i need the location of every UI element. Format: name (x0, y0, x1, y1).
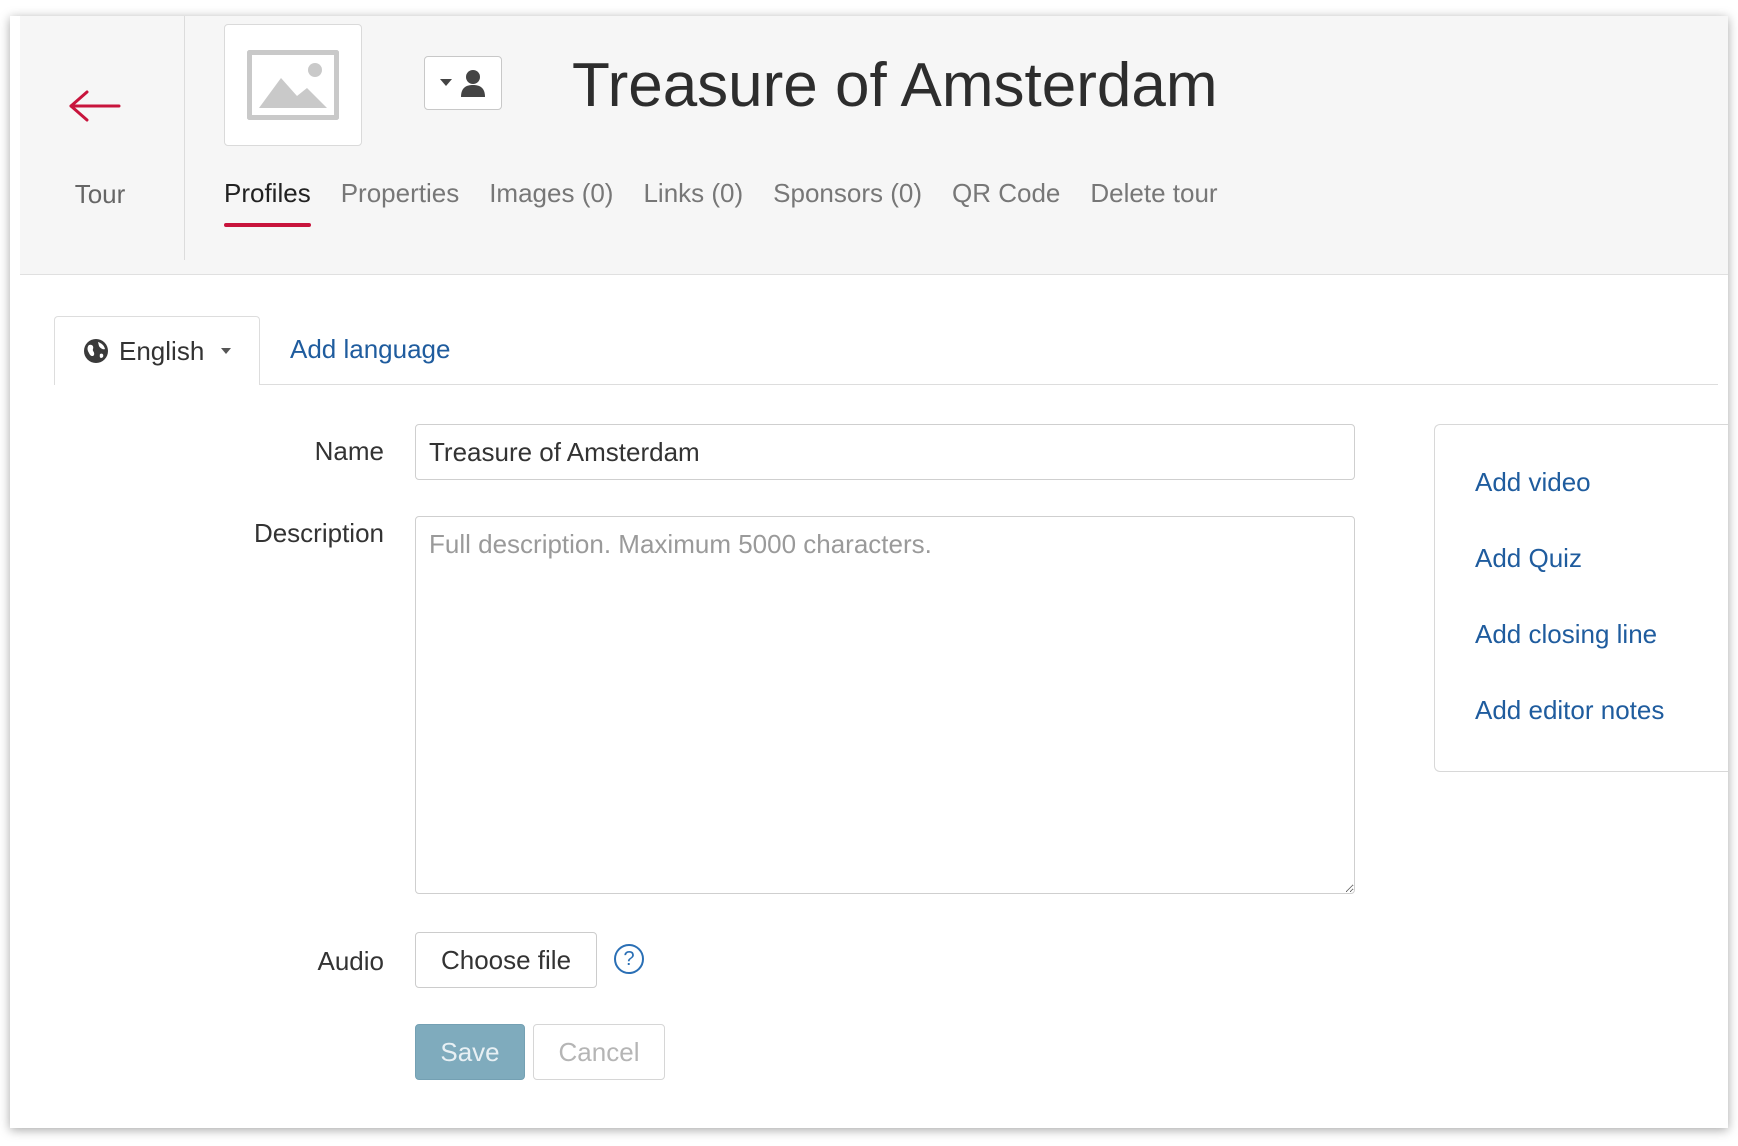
save-button[interactable]: Save (415, 1024, 525, 1080)
back-label[interactable]: Tour (20, 179, 180, 210)
tab-links[interactable]: Links (0) (643, 178, 743, 223)
choose-file-button[interactable]: Choose file (415, 932, 597, 988)
caret-down-icon (440, 79, 452, 86)
add-video-link[interactable]: Add video (1475, 467, 1591, 498)
add-language-link[interactable]: Add language (290, 334, 450, 365)
globe-icon (84, 339, 108, 363)
user-icon (461, 70, 485, 97)
audio-label: Audio (317, 946, 385, 976)
help-icon[interactable]: ? (614, 944, 644, 974)
tour-header: Tour Treasure of Amsterdam Profiles Prop… (20, 16, 1728, 275)
add-quiz-link[interactable]: Add Quiz (1475, 543, 1582, 574)
description-label: Description (253, 518, 384, 548)
app-window: Tour Treasure of Amsterdam Profiles Prop… (10, 16, 1728, 1128)
tab-delete-tour[interactable]: Delete tour (1090, 178, 1217, 223)
language-dropdown[interactable]: English (54, 316, 260, 385)
user-dropdown-button[interactable] (424, 56, 502, 110)
tab-qr-code[interactable]: QR Code (952, 178, 1060, 223)
caret-down-icon (221, 348, 232, 354)
add-content-panel: Add video Add Quiz Add closing line Add … (1434, 424, 1728, 772)
cancel-button[interactable]: Cancel (533, 1024, 665, 1080)
tab-properties[interactable]: Properties (341, 178, 460, 223)
add-editor-notes-link[interactable]: Add editor notes (1475, 695, 1664, 726)
language-tabs: English Add language (54, 316, 1718, 385)
tour-tabs: Profiles Properties Images (0) Links (0)… (224, 178, 1218, 227)
tour-thumbnail[interactable] (224, 24, 362, 146)
language-current: English (119, 335, 205, 366)
tab-images[interactable]: Images (0) (489, 178, 613, 223)
back-column: Tour (20, 16, 185, 260)
name-input[interactable] (415, 424, 1355, 480)
add-closing-line-link[interactable]: Add closing line (1475, 619, 1657, 650)
arrow-left-icon[interactable] (65, 86, 125, 126)
tab-sponsors[interactable]: Sponsors (0) (773, 178, 922, 223)
image-placeholder-icon (247, 50, 339, 120)
description-textarea[interactable] (415, 516, 1355, 894)
tab-profiles[interactable]: Profiles (224, 178, 311, 227)
page-title: Treasure of Amsterdam (572, 51, 1218, 120)
name-label: Name (314, 436, 384, 466)
